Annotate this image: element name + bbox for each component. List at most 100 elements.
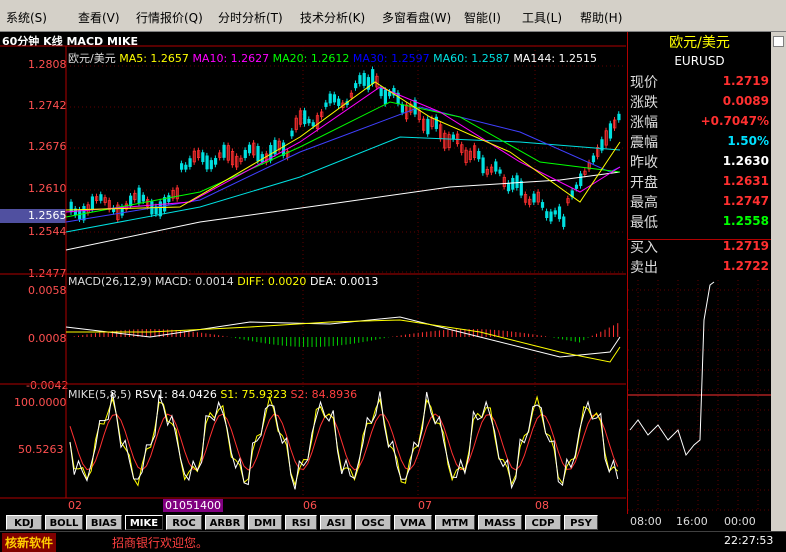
quote-label: 昨收 — [630, 155, 658, 171]
candle-body — [311, 122, 315, 127]
candle-body — [141, 194, 145, 202]
indicator-tabs: KDJ BOLL BIAS MIKE ROC ARBR DMI RSI ASI OSC VMA MTM… — [0, 514, 627, 531]
vertical-toolbar[interactable] — [771, 32, 786, 532]
candle-body — [379, 87, 383, 97]
candle-body — [574, 184, 579, 189]
candle-body — [328, 93, 332, 104]
menu-bar: 系统(S) 查看(V) 行情报价(Q) 分时分析(T) 技术分析(K) 多窗看盘… — [0, 0, 786, 32]
menu-view[interactable]: 查看(V) — [78, 9, 120, 26]
macd-diff-line — [66, 319, 621, 363]
tab-boll[interactable]: BOLL — [45, 515, 83, 530]
candle-body — [400, 104, 405, 113]
tab-dmi[interactable]: DMI — [248, 515, 282, 530]
candle-body — [90, 196, 95, 210]
mike-rsv-line — [69, 391, 619, 490]
candle-body — [481, 157, 485, 174]
quote-value: 1.2747 — [722, 194, 769, 208]
menu-smart[interactable]: 智能(I) — [464, 9, 501, 26]
candle-body — [562, 216, 566, 227]
tab-rsi[interactable]: RSI — [285, 515, 317, 530]
app-logo: 核新软件 — [2, 533, 57, 552]
candle-body — [383, 89, 388, 105]
candle-body — [617, 113, 621, 121]
menu-system[interactable]: 系统(S) — [6, 9, 47, 26]
scroll-up-button[interactable] — [773, 36, 784, 47]
quote-label: 开盘 — [630, 175, 658, 191]
candle-body — [354, 83, 358, 89]
status-bar: 核新软件 招商银行欢迎您。 22:27:53 — [0, 531, 786, 552]
quote-label: 涨幅 — [630, 115, 658, 131]
tab-mass[interactable]: MASS — [478, 515, 522, 530]
tab-kdj[interactable]: KDJ — [6, 515, 42, 530]
quote-label: 卖出 — [630, 260, 658, 276]
candle-body — [358, 75, 362, 84]
menu-quotes[interactable]: 行情报价(Q) — [136, 9, 203, 26]
candle-body — [188, 158, 192, 167]
candle-body — [511, 177, 515, 190]
candle-body — [247, 144, 252, 154]
candle-body — [371, 69, 375, 85]
candle-body — [307, 119, 311, 124]
candle-body — [303, 110, 307, 125]
tab-mtm[interactable]: MTM — [435, 515, 475, 530]
candle-body — [129, 195, 133, 207]
price-chart-svg[interactable] — [0, 32, 627, 514]
candle-body — [591, 155, 596, 163]
candle-body — [506, 182, 511, 192]
candle-body — [579, 173, 583, 187]
quote-value: +0.7047% — [700, 114, 769, 128]
candle-body — [256, 146, 260, 162]
candle-body — [540, 202, 545, 208]
candle-body — [332, 94, 337, 103]
quote-label: 现价 — [630, 75, 658, 91]
quote-value: 1.2630 — [722, 154, 769, 168]
menu-multiwindow[interactable]: 多窗看盘(W) — [382, 9, 451, 26]
mini-time-label: 16:00 — [676, 515, 708, 528]
quote-panel: 欧元/美元 EURUSD 现价 1.2719 涨跌 0.0089 涨幅 +0.7047% 震… — [627, 32, 771, 528]
quote-value: 0.0089 — [722, 94, 769, 108]
menu-technical[interactable]: 技术分析(K) — [300, 9, 365, 26]
tab-asi[interactable]: ASI — [320, 515, 352, 530]
quote-value: 1.2719 — [722, 239, 769, 253]
candle-body — [388, 91, 392, 97]
quote-label: 买入 — [630, 240, 658, 256]
quote-name: 欧元/美元 — [669, 35, 730, 51]
candle-body — [451, 134, 455, 140]
tab-vma[interactable]: VMA — [394, 515, 432, 530]
candle-body — [557, 206, 562, 220]
candle-body — [545, 211, 549, 219]
candle-body — [137, 187, 141, 204]
candle-body — [201, 152, 205, 163]
candle-body — [608, 123, 613, 139]
candle-body — [290, 130, 294, 137]
candle-body — [498, 169, 502, 174]
tab-roc[interactable]: ROC — [166, 515, 202, 530]
tab-cdp[interactable]: CDP — [525, 515, 561, 530]
candle-body — [179, 163, 184, 170]
tab-bias[interactable]: BIAS — [86, 515, 122, 530]
quote-label: 涨跌 — [630, 95, 658, 111]
ma60-line — [65, 136, 621, 233]
status-time: 22:27:53 — [724, 534, 774, 547]
menu-timeshare[interactable]: 分时分析(T) — [218, 9, 283, 26]
ma144-line — [65, 171, 621, 251]
chart-area[interactable]: 60分钟 K线 MACD MIKE 欧元/美元 MA5: 1.2657 MA10… — [0, 32, 627, 514]
mini-time-label: 00:00 — [724, 515, 756, 528]
candle-body — [362, 73, 366, 86]
quote-label: 最高 — [630, 195, 658, 211]
tab-arbr[interactable]: ARBR — [205, 515, 245, 530]
menu-help[interactable]: 帮助(H) — [580, 9, 622, 26]
candle-body — [549, 211, 553, 222]
tab-psy[interactable]: PSY — [564, 515, 598, 530]
candle-body — [494, 161, 498, 172]
candle-body — [222, 144, 226, 158]
candle-body — [167, 195, 171, 202]
quote-value: 1.2722 — [722, 259, 769, 273]
quote-label: 最低 — [630, 215, 658, 231]
tab-mike[interactable]: MIKE — [125, 515, 163, 530]
tab-osc[interactable]: OSC — [355, 515, 391, 530]
candle-body — [209, 160, 213, 170]
menu-tools[interactable]: 工具(L) — [522, 9, 562, 26]
mini-price-line — [629, 281, 715, 457]
candle-body — [477, 150, 481, 160]
